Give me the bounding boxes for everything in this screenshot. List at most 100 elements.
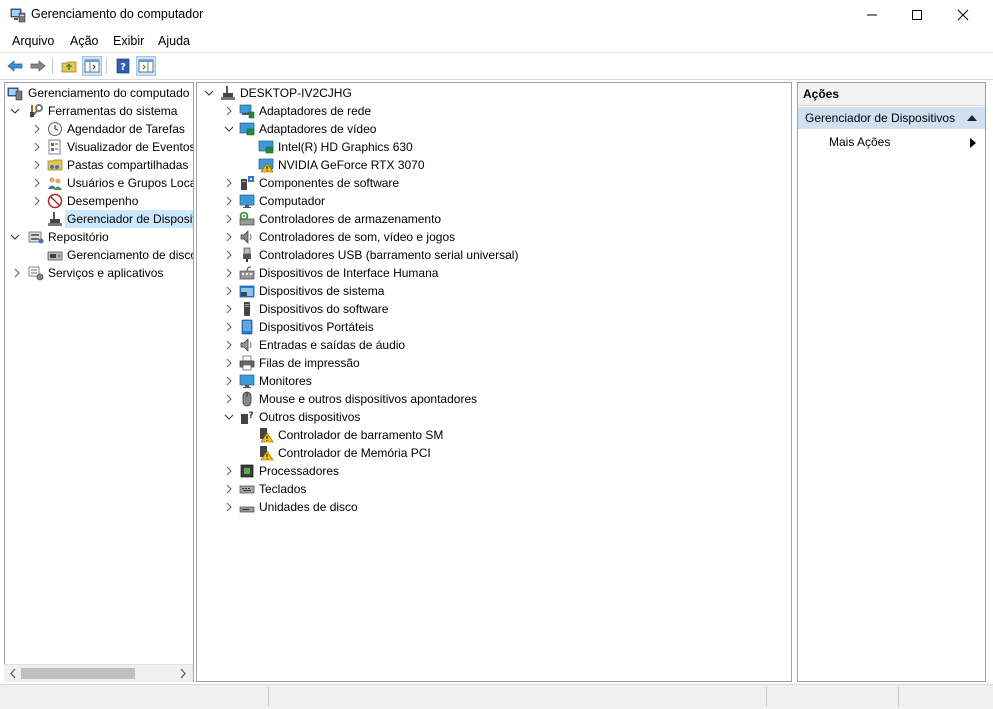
device-category-adaptadores-rede[interactable]: Adaptadores de rede — [202, 102, 782, 120]
chevron-right-icon[interactable] — [32, 160, 42, 170]
toolbar: ? — [0, 53, 993, 80]
device-category-mouse[interactable]: Mouse e outros dispositivos apontadores — [202, 390, 782, 408]
scroll-thumb[interactable] — [21, 668, 135, 679]
maximize-button[interactable] — [894, 0, 940, 30]
chevron-down-icon[interactable] — [10, 232, 20, 242]
device-category-componentes-software[interactable]: Componentes de software — [202, 174, 782, 192]
collapse-up-icon[interactable] — [966, 114, 978, 122]
tree-item-visualizador[interactable]: Visualizador de Eventos — [7, 138, 193, 156]
menu-exibir[interactable]: Exibir — [113, 34, 144, 48]
device-controlador-barramento-sm[interactable]: Controlador de barramento SM — [202, 426, 782, 444]
tree-item-gerenciador-dispositivos[interactable]: Gerenciador de Disposit — [7, 210, 193, 228]
device-category-dispositivos-software[interactable]: Dispositivos do software — [202, 300, 782, 318]
chevron-right-icon[interactable] — [224, 196, 234, 206]
chevron-down-icon[interactable] — [224, 124, 234, 134]
performance-icon — [47, 193, 63, 209]
maximize-icon — [912, 10, 922, 20]
menu-arquivo[interactable]: Arquivo — [12, 34, 54, 48]
device-category-controladores-usb[interactable]: Controladores USB (barramento serial uni… — [202, 246, 782, 264]
chevron-right-icon[interactable] — [32, 124, 42, 134]
tree-item-gerenciamento-disco[interactable]: Gerenciamento de disco — [7, 246, 193, 264]
chevron-right-icon[interactable] — [224, 376, 234, 386]
chevron-down-icon[interactable] — [204, 88, 214, 98]
minimize-button[interactable] — [849, 0, 895, 30]
show-action-pane-button[interactable] — [136, 56, 156, 76]
device-category-entradas-saidas-audio[interactable]: Entradas e saídas de áudio — [202, 336, 782, 354]
chevron-right-icon[interactable] — [224, 178, 234, 188]
device-nvidia-rtx-3070[interactable]: NVIDIA GeForce RTX 3070 — [202, 156, 782, 174]
scroll-left-arrow-icon[interactable] — [8, 668, 18, 679]
device-category-unidades-disco[interactable]: Unidades de disco — [202, 498, 782, 516]
chevron-right-icon[interactable] — [12, 268, 22, 278]
processor-icon — [239, 463, 255, 479]
keyboard-icon — [239, 481, 255, 497]
more-actions-item[interactable]: Mais Ações — [829, 135, 890, 149]
device-category-teclados[interactable]: Teclados — [202, 480, 782, 498]
device-category-interface-humana[interactable]: Dispositivos de Interface Humana — [202, 264, 782, 282]
tree-item-desempenho[interactable]: Desempenho — [7, 192, 193, 210]
device-category-dispositivos-portateis[interactable]: Dispositivos Portáteis — [202, 318, 782, 336]
network-adapter-icon — [239, 103, 255, 119]
device-category-computador[interactable]: Computador — [202, 192, 782, 210]
chevron-down-icon[interactable] — [10, 106, 20, 116]
chevron-right-icon[interactable] — [224, 322, 234, 332]
tree-root-label: Gerenciamento do computado — [28, 86, 190, 100]
scroll-right-arrow-icon[interactable] — [178, 668, 188, 679]
submenu-arrow-icon[interactable] — [970, 138, 976, 148]
chevron-right-icon[interactable] — [224, 484, 234, 494]
tree-item-pastas[interactable]: Pastas compartilhadas — [7, 156, 193, 174]
actions-group-device-manager[interactable]: Gerenciador de Dispositivos — [798, 107, 985, 129]
chevron-right-icon[interactable] — [224, 304, 234, 314]
device-category-controladores-som[interactable]: Controladores de som, vídeo e jogos — [202, 228, 782, 246]
menu-ajuda[interactable]: Ajuda — [158, 34, 190, 48]
back-button[interactable] — [5, 56, 25, 76]
device-category-processadores[interactable]: Processadores — [202, 462, 782, 480]
show-hide-tree-button[interactable] — [82, 56, 102, 76]
chevron-right-icon[interactable] — [224, 358, 234, 368]
status-bar — [0, 684, 993, 709]
device-category-adaptadores-video[interactable]: Adaptadores de vídeo — [202, 120, 782, 138]
forward-button[interactable] — [28, 56, 48, 76]
display-adapter-warning-icon — [258, 157, 274, 173]
tree-item-usuarios[interactable]: Usuários e Grupos Loca — [7, 174, 193, 192]
system-tools-icon — [28, 103, 44, 119]
users-groups-icon — [47, 175, 63, 191]
device-category-monitores[interactable]: Monitores — [202, 372, 782, 390]
chevron-right-icon[interactable] — [224, 394, 234, 404]
chevron-right-icon[interactable] — [224, 232, 234, 242]
device-intel-hd-graphics[interactable]: Intel(R) HD Graphics 630 — [202, 138, 782, 156]
chevron-right-icon[interactable] — [224, 214, 234, 224]
tree-item-servicos[interactable]: Serviços e aplicativos — [7, 264, 193, 282]
chevron-right-icon[interactable] — [32, 142, 42, 152]
tree-item-agendador[interactable]: Agendador de Tarefas — [7, 120, 193, 138]
tree-root[interactable]: Gerenciamento do computado — [7, 84, 193, 102]
up-level-button[interactable] — [59, 56, 79, 76]
tree-item-ferramentas[interactable]: Ferramentas do sistema — [7, 102, 193, 120]
chevron-right-icon[interactable] — [224, 502, 234, 512]
menu-acao[interactable]: Ação — [70, 34, 99, 48]
forward-arrow-icon — [30, 60, 46, 72]
device-category-controladores-armazenamento[interactable]: Controladores de armazenamento — [202, 210, 782, 228]
chevron-right-icon[interactable] — [224, 340, 234, 350]
storage-controller-icon — [239, 211, 255, 227]
tree-item-repositorio[interactable]: Repositório — [7, 228, 193, 246]
device-controlador-memoria-pci[interactable]: Controlador de Memória PCI — [202, 444, 782, 462]
device-category-outros-dispositivos[interactable]: ? Outros dispositivos — [202, 408, 782, 426]
chevron-right-icon[interactable] — [224, 286, 234, 296]
chevron-right-icon[interactable] — [224, 106, 234, 116]
chevron-right-icon[interactable] — [224, 466, 234, 476]
services-icon — [28, 265, 44, 281]
console-tree-pane[interactable]: Gerenciamento do computado Ferramentas d… — [4, 82, 194, 682]
chevron-right-icon[interactable] — [32, 178, 42, 188]
device-root[interactable]: DESKTOP-IV2CJHG — [202, 84, 782, 102]
help-button[interactable]: ? — [113, 56, 133, 76]
device-category-dispositivos-sistema[interactable]: Dispositivos de sistema — [202, 282, 782, 300]
device-category-filas-impressao[interactable]: Filas de impressão — [202, 354, 782, 372]
chevron-right-icon[interactable] — [32, 196, 42, 206]
chevron-down-icon[interactable] — [224, 412, 234, 422]
close-button[interactable] — [940, 0, 986, 30]
chevron-right-icon[interactable] — [224, 268, 234, 278]
device-tree-pane[interactable]: DESKTOP-IV2CJHG Adaptadores de rede Adap… — [196, 82, 792, 682]
tree-horizontal-scrollbar[interactable] — [4, 664, 193, 682]
chevron-right-icon[interactable] — [224, 250, 234, 260]
